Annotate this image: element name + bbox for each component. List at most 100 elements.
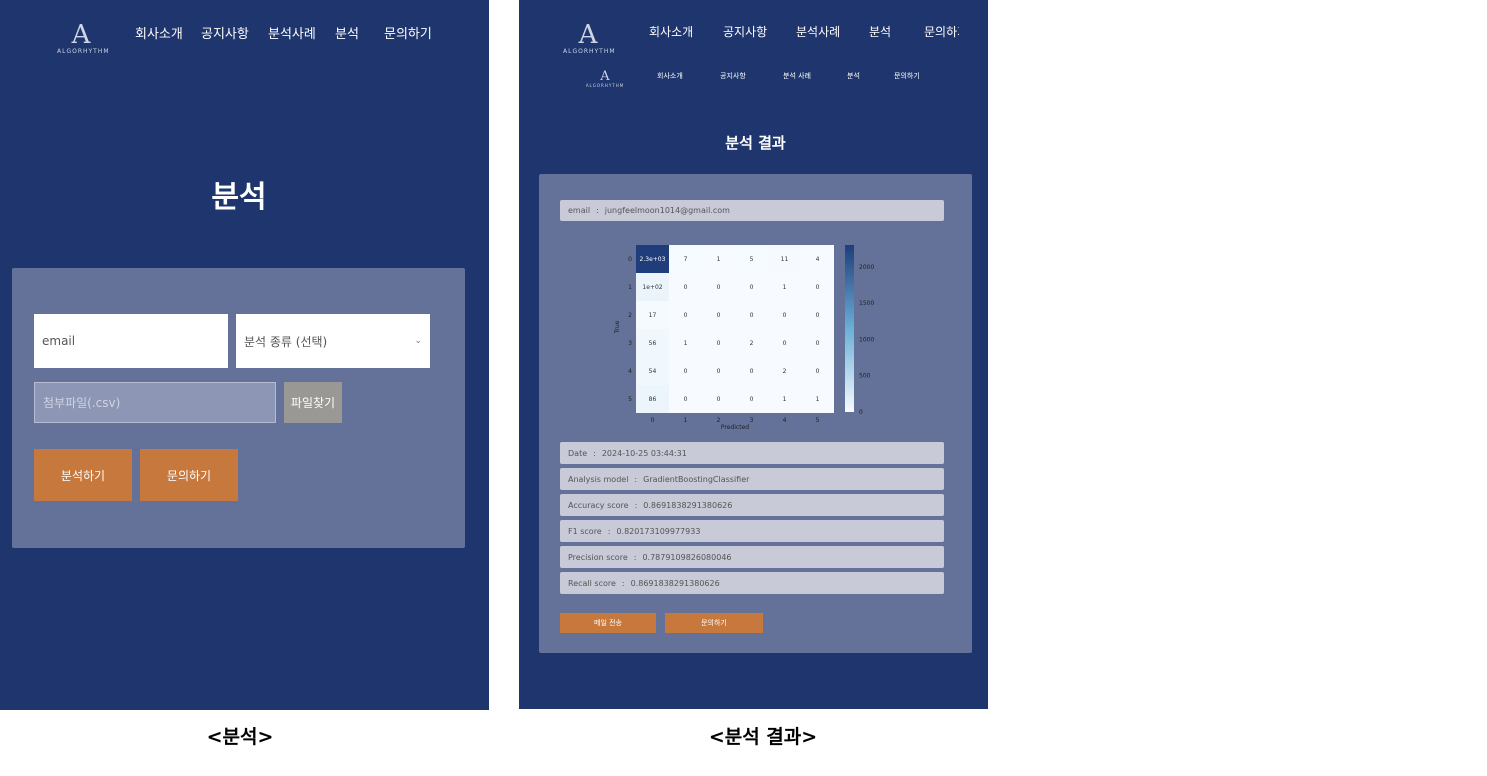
y-tick-label: 4: [628, 368, 632, 375]
small-logo[interactable]: A ALGORHYTHM: [585, 70, 625, 88]
x-tick-label: 2: [717, 417, 721, 424]
send-mail-button[interactable]: 메일 전송: [560, 613, 656, 633]
colorbar-tick-label: 0: [859, 409, 863, 416]
heatmap-cell-label: 0: [717, 396, 721, 403]
logo-mark: A: [578, 20, 598, 50]
left-caption: <분석>: [206, 726, 274, 748]
analysis-page-screenshot: A ALGORHYTHM 회사소개 공지사항 분석사례 분석 문의하기 분석 e…: [0, 0, 489, 710]
nav-small-company[interactable]: 회사소개: [657, 71, 720, 81]
result-value: GradientBoostingClassifier: [643, 474, 750, 484]
heatmap-cell-label: 0: [816, 340, 820, 347]
nav-small-inquiry[interactable]: 문의하기: [894, 71, 920, 81]
heatmap-cell-label: 0: [783, 340, 787, 347]
nav-item-cases[interactable]: 분석사례: [268, 23, 335, 42]
colorbar: [845, 245, 854, 412]
nav-item-company[interactable]: 회사소개: [649, 23, 723, 40]
result-row: Precision score:0.7879109826080046: [560, 546, 944, 568]
nav-small-notice[interactable]: 공지사항: [720, 71, 783, 81]
nav-item-analysis[interactable]: 분석: [869, 23, 924, 40]
y-tick-label: 3: [628, 340, 632, 347]
heatmap-cell-label: 1: [816, 396, 820, 403]
heatmap-cell-label: 11: [781, 256, 789, 263]
nav-bar-small: 회사소개 공지사항 분석 사례 분석 문의하기: [657, 71, 920, 81]
colorbar-tick-label: 1000: [859, 336, 874, 343]
result-row: Accuracy score:0.8691838291380626: [560, 494, 944, 516]
logo-mark: A: [71, 20, 91, 50]
nav-item-notice[interactable]: 공지사항: [201, 23, 268, 42]
result-label: Recall score: [568, 578, 616, 588]
nav-item-inquiry[interactable]: 문의하기: [924, 23, 959, 40]
result-label: Precision score: [568, 552, 628, 562]
heatmap-cell-label: 2: [783, 368, 787, 375]
email-value: jungfeelmoon1014@gmail.com: [604, 206, 730, 215]
heatmap-cell-label: 0: [717, 368, 721, 375]
heatmap-cells: [636, 245, 834, 413]
heatmap-cell-label: 5: [750, 256, 754, 263]
x-tick-label: 3: [750, 417, 754, 424]
separator: :: [621, 578, 625, 588]
email-placeholder: email: [42, 334, 76, 348]
heatmap-cell-label: 0: [783, 312, 787, 319]
heatmap-cell-label: 56: [649, 340, 657, 347]
heatmap-cell-label: 0: [684, 284, 688, 291]
result-value: 0.8691838291380626: [643, 500, 733, 510]
heatmap-cell-label: 17: [649, 312, 657, 319]
result-value: 2024-10-25 03:44:31: [601, 448, 687, 458]
nav-item-notice[interactable]: 공지사항: [723, 23, 796, 40]
heatmap-cell-label: 1: [684, 340, 688, 347]
heatmap-cell-label: 0: [684, 368, 688, 375]
x-axis-label: Predicted: [721, 424, 749, 431]
logo[interactable]: A ALGORHYTHM: [563, 20, 616, 55]
analysis-type-select[interactable]: 분석 종류 (선택) ⌄: [236, 314, 430, 368]
result-label: Analysis model: [568, 474, 629, 484]
file-input[interactable]: 첨부파일(.csv): [34, 382, 276, 423]
heatmap-cell-label: 1: [783, 396, 787, 403]
heatmap-cell-label: 1: [783, 284, 787, 291]
result-page-screenshot: A ALGORHYTHM 회사소개 공지사항 분석사례 분석 문의하기 A AL…: [519, 0, 988, 709]
nav-item-inquiry[interactable]: 문의하기: [384, 23, 432, 42]
nav-item-company[interactable]: 회사소개: [135, 23, 201, 42]
heatmap-cell-label: 7: [684, 256, 688, 263]
chevron-down-icon: ⌄: [414, 336, 422, 346]
nav-item-cases[interactable]: 분석사례: [796, 23, 869, 40]
result-label: F1 score: [568, 526, 602, 536]
heatmap-cell-label: 0: [816, 284, 820, 291]
analysis-type-value: 분석 종류 (선택): [244, 334, 328, 349]
x-tick-label: 5: [816, 417, 820, 424]
nav-item-analysis[interactable]: 분석: [335, 23, 384, 42]
separator: :: [596, 206, 599, 215]
colorbar-ticks: 0 500 1000 1500 2000: [859, 264, 874, 416]
browse-file-button[interactable]: 파일찾기: [284, 382, 342, 423]
result-label: Date: [568, 448, 588, 458]
nav-small-cases[interactable]: 분석 사례: [783, 71, 847, 81]
logo-wordmark: ALGORHYTHM: [563, 48, 616, 55]
y-tick-label: 1: [628, 284, 632, 291]
logo-wordmark: ALGORHYTHM: [57, 48, 110, 55]
result-value: 0.7879109826080046: [642, 552, 732, 562]
separator: :: [593, 448, 596, 458]
inquiry-button[interactable]: 문의하기: [665, 613, 763, 633]
separator: :: [634, 500, 638, 510]
heatmap-cell-label: 0: [684, 312, 688, 319]
heatmap-cell-label: 0: [816, 312, 820, 319]
email-row: email : jungfeelmoon1014@gmail.com: [560, 200, 944, 221]
page-title: 분석: [211, 180, 267, 215]
nav-bar: 회사소개 공지사항 분석사례 분석 문의하기: [649, 23, 959, 40]
heatmap-cell-label: 86: [649, 396, 657, 403]
email-input[interactable]: email: [34, 314, 228, 368]
result-row: Date:2024-10-25 03:44:31: [560, 442, 944, 464]
heatmap-cell-label: 0: [750, 284, 754, 291]
inquiry-button[interactable]: 문의하기: [140, 449, 238, 501]
heatmap-cell-label: 0: [684, 396, 688, 403]
heatmap-cell-label: 0: [816, 368, 820, 375]
y-axis-label: True: [614, 320, 621, 334]
x-tick-label: 0: [651, 417, 655, 424]
heatmap-cell-label: 0: [750, 396, 754, 403]
heatmap-cell-label: 0: [750, 368, 754, 375]
logo[interactable]: A ALGORHYTHM: [57, 20, 110, 55]
y-tick-label: 2: [628, 312, 632, 319]
confusion-matrix-heatmap: 2.3e+03 7 1 5 11 41e+02 0 0 0 1 017 0 0 0 0 056 1 0 2 0 054 0…: [614, 245, 874, 431]
analyze-button[interactable]: 분석하기: [34, 449, 132, 501]
nav-small-analysis[interactable]: 분석: [847, 71, 894, 81]
small-logo-mark: A: [600, 69, 610, 84]
